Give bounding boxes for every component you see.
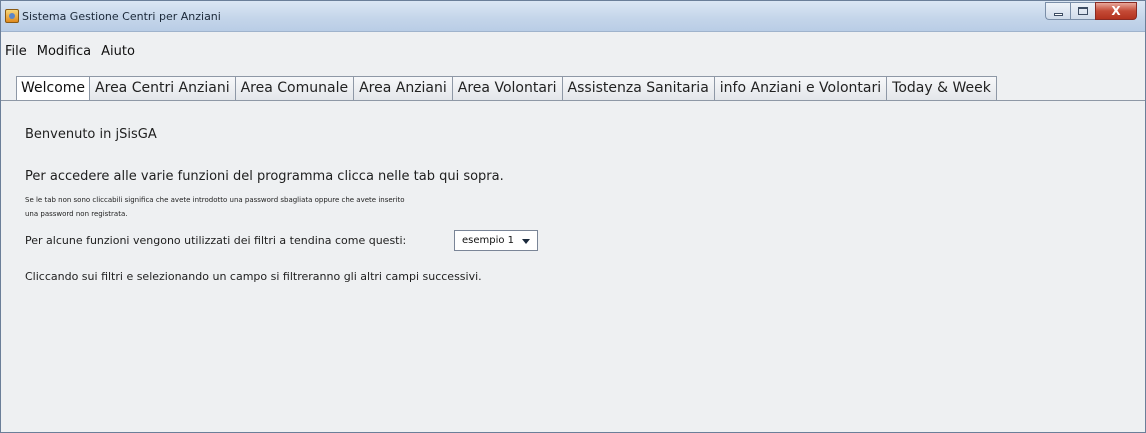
- menu-bar: File Modifica Aiuto: [1, 41, 1145, 62]
- tab-area-volontari[interactable]: Area Volontari: [452, 76, 563, 101]
- window-controls: X: [1045, 2, 1137, 20]
- tab-info-anziani-volontari[interactable]: info Anziani e Volontari: [714, 76, 888, 101]
- password-note-line2: una password non registrata.: [25, 210, 128, 218]
- menu-file[interactable]: File: [1, 44, 33, 59]
- instructions-text: Per accedere alle varie funzioni del pro…: [25, 169, 504, 184]
- menu-aiuto[interactable]: Aiuto: [97, 44, 141, 59]
- filter-hint-text: Cliccando sui filtri e selezionando un c…: [25, 270, 482, 283]
- maximize-button[interactable]: [1070, 2, 1095, 20]
- tab-welcome[interactable]: Welcome: [16, 76, 91, 101]
- java-app-icon: [5, 9, 19, 23]
- close-button[interactable]: X: [1095, 2, 1137, 20]
- minimize-button[interactable]: [1045, 2, 1070, 20]
- filters-description: Per alcune funzioni vengono utilizzati d…: [25, 234, 407, 247]
- tab-bar: Welcome Area Centri Anziani Area Comunal…: [16, 76, 997, 101]
- tab-area-comunale[interactable]: Area Comunale: [235, 76, 355, 101]
- welcome-heading: Benvenuto in jSisGA: [25, 127, 157, 142]
- title-bar[interactable]: Sistema Gestione Centri per Anziani X: [1, 1, 1145, 32]
- filter-selected-value: esempio 1: [462, 235, 515, 246]
- tab-today-week[interactable]: Today & Week: [887, 76, 997, 101]
- tab-assistenza-sanitaria[interactable]: Assistenza Sanitaria: [562, 76, 715, 101]
- tab-area-anziani[interactable]: Area Anziani: [354, 76, 453, 101]
- chevron-down-icon: [522, 239, 530, 244]
- welcome-panel: Benvenuto in jSisGA Per accedere alle va…: [1, 100, 1145, 432]
- window-title: Sistema Gestione Centri per Anziani: [22, 10, 221, 23]
- example-filter-dropdown[interactable]: esempio 1: [454, 230, 538, 251]
- tab-area-centri-anziani[interactable]: Area Centri Anziani: [90, 76, 236, 101]
- close-icon: X: [1111, 4, 1121, 18]
- password-note-line1: Se le tab non sono cliccabili significa …: [25, 196, 405, 204]
- menu-modifica[interactable]: Modifica: [33, 44, 97, 59]
- application-window: Sistema Gestione Centri per Anziani X Fi…: [0, 0, 1146, 433]
